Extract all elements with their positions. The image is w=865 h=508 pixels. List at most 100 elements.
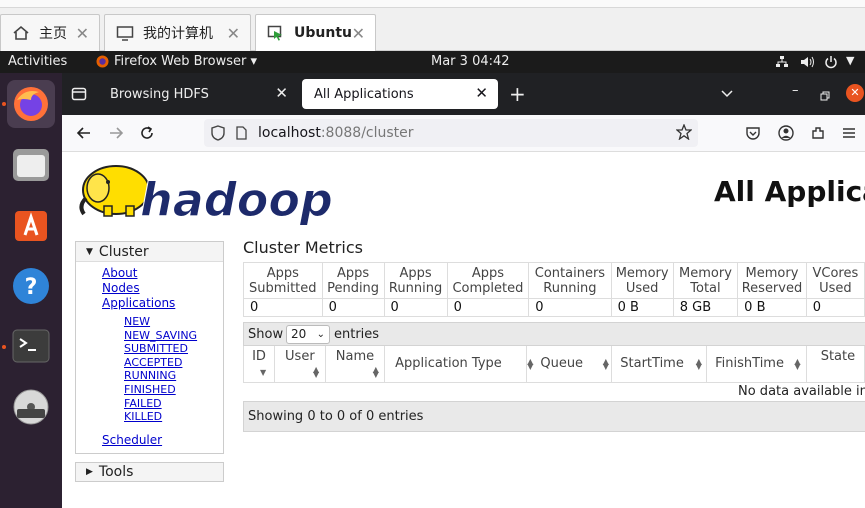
metrics-header: Apps Pending xyxy=(321,262,385,299)
help-icon: ? xyxy=(13,268,49,304)
table-length-bar: Show 20 ⌄ entries xyxy=(243,322,865,346)
terminal-icon xyxy=(12,329,50,363)
column-id[interactable]: ID ▼ xyxy=(242,346,276,383)
sidebar-link-applications[interactable]: Applications xyxy=(76,296,223,311)
tab-browsing-hdfs[interactable]: Browsing HDFS ✕ xyxy=(98,79,298,109)
sidebar-link-nodes[interactable]: Nodes xyxy=(76,281,223,296)
dvd-icon xyxy=(13,389,49,425)
metric-apps-submitted: 0 xyxy=(243,298,323,317)
metrics-header: Containers Running xyxy=(528,262,612,299)
dock-software[interactable] xyxy=(7,201,55,249)
cluster-heading: Cluster xyxy=(98,243,149,260)
home-icon xyxy=(11,23,31,43)
sidebar-state-killed[interactable]: KILLED xyxy=(76,410,223,424)
sidebar-state-submitted[interactable]: SUBMITTED xyxy=(76,342,223,356)
metrics-value-row: 0 0 0 0 0 0 B 8 GB 0 B 0 xyxy=(243,298,865,317)
app-menu[interactable]: Firefox Web Browser ▾ xyxy=(114,54,257,69)
table-info-bar: Showing 0 to 0 of 0 entries xyxy=(243,401,865,432)
host-tab-home[interactable]: 主页 ✕ xyxy=(0,14,100,51)
sidebar-state-new-saving[interactable]: NEW_SAVING xyxy=(76,329,223,343)
sidebar-link-scheduler[interactable]: Scheduler xyxy=(76,433,223,448)
dock-dvd[interactable] xyxy=(7,383,55,431)
running-indicator xyxy=(2,102,6,106)
close-icon[interactable]: ✕ xyxy=(475,84,488,102)
column-user[interactable]: User ▲ ▼ xyxy=(274,346,326,383)
applications-header-row: ID ▼ User ▲ ▼ Name ▲ ▼ Application Type ▲ ▼ Que… xyxy=(242,346,865,383)
close-icon[interactable]: ✕ xyxy=(76,24,89,43)
pocket-icon[interactable] xyxy=(742,122,764,144)
metric-memory-reserved: 0 B xyxy=(737,298,807,317)
tools-menu: ▶ Tools xyxy=(75,461,224,482)
url-path: :8088/cluster xyxy=(320,125,414,141)
url-text: localhost:8088/cluster xyxy=(258,125,414,141)
network-icon[interactable] xyxy=(775,55,789,73)
activities-button[interactable]: Activities xyxy=(8,54,67,69)
metrics-header: Memory Used xyxy=(610,262,674,299)
back-arrow-icon[interactable] xyxy=(73,122,95,144)
close-icon[interactable]: ✕ xyxy=(352,24,365,43)
dock-help[interactable]: ? xyxy=(7,262,55,310)
sidebar-state-finished[interactable]: FINISHED xyxy=(76,383,223,397)
clock[interactable]: Mar 3 04:42 xyxy=(431,54,510,69)
logo-wordmark: hadoop xyxy=(140,173,333,227)
extensions-icon[interactable] xyxy=(807,122,829,144)
empty-table-message: No data available in table xyxy=(738,384,865,399)
metric-vcores-used: 0 xyxy=(805,298,865,317)
new-tab-plus-icon[interactable]: + xyxy=(509,82,526,106)
page-info-icon[interactable] xyxy=(235,126,247,144)
system-menu-chevron-icon[interactable]: ▼ xyxy=(846,54,854,67)
sidebar-state-running[interactable]: RUNNING xyxy=(76,369,223,383)
firefox-icon xyxy=(96,55,109,72)
account-icon[interactable] xyxy=(775,122,797,144)
bookmark-star-icon[interactable] xyxy=(675,123,693,144)
column-state[interactable]: State xyxy=(805,346,865,383)
monitor-icon xyxy=(115,23,135,43)
metric-apps-completed: 0 xyxy=(446,298,530,317)
power-icon[interactable] xyxy=(824,55,838,73)
cluster-menu-header[interactable]: ▼ Cluster xyxy=(76,242,223,262)
menu-icon[interactable] xyxy=(838,122,860,144)
host-tab-my-computer[interactable]: 我的计算机 ✕ xyxy=(104,14,251,51)
dock-firefox[interactable] xyxy=(7,80,55,128)
close-icon[interactable]: ✕ xyxy=(275,84,288,102)
dock-terminal[interactable] xyxy=(7,322,55,370)
tab-all-applications[interactable]: All Applications ✕ xyxy=(302,79,498,109)
page-size-select[interactable]: 20 ⌄ xyxy=(286,325,330,344)
files-icon xyxy=(13,149,49,181)
forward-arrow-icon[interactable] xyxy=(105,122,127,144)
browser-navigation-bar: localhost:8088/cluster xyxy=(62,115,865,152)
software-store-icon xyxy=(15,211,47,241)
host-tab-label: 我的计算机 xyxy=(143,26,213,42)
close-window-icon[interactable]: ✕ xyxy=(846,84,864,102)
tab-list-chevron-icon[interactable] xyxy=(720,85,734,104)
column-application-type[interactable]: Application Type ▲ ▼ xyxy=(384,346,533,383)
cluster-metrics-title: Cluster Metrics xyxy=(243,238,363,257)
restore-icon[interactable] xyxy=(820,86,830,105)
tools-menu-header[interactable]: ▶ Tools xyxy=(76,462,223,481)
metric-containers-running: 0 xyxy=(528,298,612,317)
sidebar-state-new[interactable]: NEW xyxy=(76,315,223,329)
volume-icon[interactable] xyxy=(800,55,816,73)
applications-table: ID ▼ User ▲ ▼ Name ▲ ▼ Application Type ▲ ▼ Que… xyxy=(242,346,865,383)
vm-icon xyxy=(266,23,286,43)
host-title-strip xyxy=(0,0,865,8)
expand-triangle-icon: ▶ xyxy=(86,466,93,477)
minimize-icon[interactable]: – xyxy=(792,83,799,98)
sidebar-link-about[interactable]: About xyxy=(76,266,223,281)
column-finishtime[interactable]: FinishTime ▲ ▼ xyxy=(706,346,807,383)
hadoop-logo[interactable]: hadoop xyxy=(76,158,342,228)
dock-files[interactable] xyxy=(7,141,55,189)
empty-table-row: No data available in table xyxy=(243,382,865,401)
reload-icon[interactable] xyxy=(136,122,158,144)
tab-overview-icon[interactable] xyxy=(71,86,87,106)
column-queue[interactable]: Queue ▲ ▼ xyxy=(525,346,612,383)
sidebar-state-accepted[interactable]: ACCEPTED xyxy=(76,356,223,370)
shield-icon[interactable] xyxy=(211,125,225,145)
column-starttime[interactable]: StartTime ▲ ▼ xyxy=(610,346,708,383)
sidebar-state-failed[interactable]: FAILED xyxy=(76,397,223,411)
host-tab-label: 主页 xyxy=(39,26,67,42)
host-tab-ubuntu[interactable]: Ubuntu ✕ xyxy=(255,14,376,51)
close-icon[interactable]: ✕ xyxy=(227,24,240,43)
column-name[interactable]: Name ▲ ▼ xyxy=(324,346,386,383)
url-bar[interactable]: localhost:8088/cluster xyxy=(204,119,698,147)
